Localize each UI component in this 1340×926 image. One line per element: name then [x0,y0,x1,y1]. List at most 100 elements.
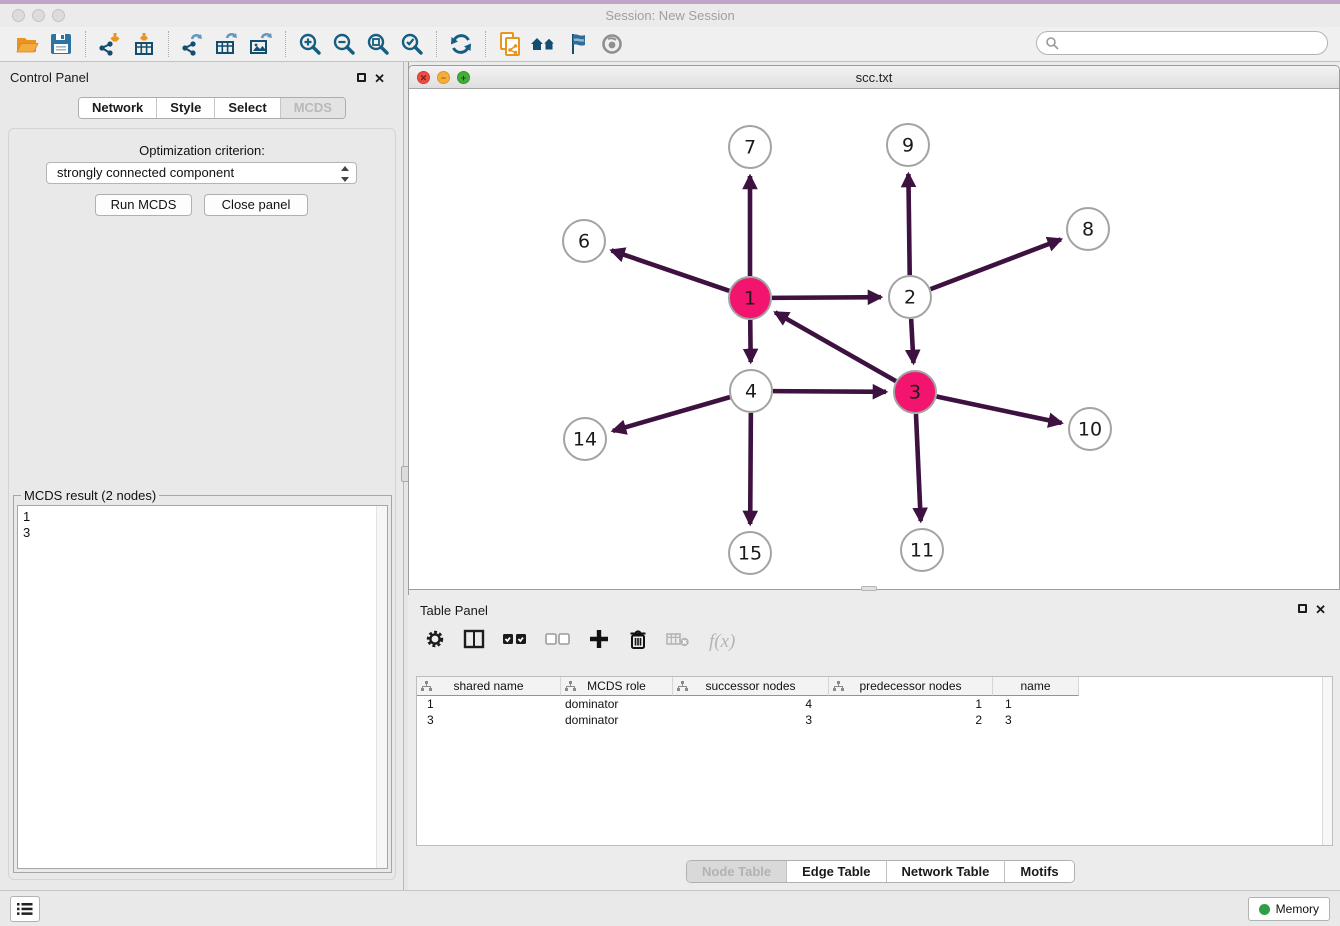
network-maximize-button[interactable]: + [457,71,470,84]
table-scrollbar[interactable] [1322,677,1332,845]
graph-edge[interactable] [916,414,921,521]
tab-network[interactable]: Network [79,98,156,118]
first-neighbors-button[interactable] [527,29,561,59]
control-panel: Control Panel ✕ Network Style Select MCD… [0,62,404,890]
network-window-titlebar[interactable]: ✕ − + scc.txt [409,66,1339,89]
delete-table-icon [666,628,692,650]
float-panel-icon[interactable] [357,73,366,82]
graph-node[interactable]: 2 [889,276,931,318]
graph-node[interactable]: 14 [564,418,606,460]
result-scrollbar[interactable] [376,506,387,868]
open-session-button[interactable] [10,29,44,59]
table-columns-button[interactable] [463,628,485,655]
graph-edge[interactable] [775,312,896,381]
zoom-in-button[interactable] [293,29,327,59]
graph-edge[interactable] [911,319,913,363]
table-row[interactable]: 1dominator411 [417,696,1332,712]
search-field[interactable] [1036,31,1328,55]
network-minimize-button[interactable]: − [437,71,450,84]
task-history-button[interactable] [10,896,40,922]
deselect-all-button[interactable] [545,628,571,655]
memory-button[interactable]: Memory [1248,897,1330,921]
network-close-button[interactable]: ✕ [417,71,430,84]
tab-node-table[interactable]: Node Table [687,861,786,882]
graph-edge[interactable] [613,397,730,431]
close-table-panel-icon[interactable]: ✕ [1315,604,1326,615]
graph-edge[interactable] [750,413,751,524]
network-canvas[interactable]: 7 9 6 8 1 2 4 3 14 10 15 11 [409,89,1339,589]
table-row[interactable]: 3dominator323 [417,712,1332,728]
tab-motifs[interactable]: Motifs [1004,861,1073,882]
select-all-button[interactable] [502,628,528,655]
show-hide-button[interactable] [595,29,629,59]
table-settings-button[interactable] [424,628,446,655]
window-zoom-button[interactable] [52,9,65,22]
tab-select[interactable]: Select [214,98,279,118]
export-network-button[interactable] [176,29,210,59]
zoom-selected-button[interactable] [395,29,429,59]
graph-edge[interactable] [772,297,881,298]
apply-style-button[interactable] [561,29,595,59]
mcds-result-textarea[interactable]: 1 3 [17,505,388,869]
table-cell[interactable]: 3 [993,712,1079,728]
graph-node[interactable]: 10 [1069,408,1111,450]
graph-node[interactable]: 8 [1067,208,1109,250]
network-resize-grip[interactable] [861,586,877,591]
column-header-mcds-role[interactable]: MCDS role [561,677,673,696]
float-table-panel-icon[interactable] [1298,604,1307,613]
graph-node[interactable]: 7 [729,126,771,168]
table-cell[interactable]: 4 [673,696,829,712]
table-cell[interactable]: 3 [673,712,829,728]
save-session-button[interactable] [44,29,78,59]
table-panel-tabs: Node Table Edge Table Network Table Moti… [686,860,1075,883]
table-cell[interactable]: 3 [417,712,561,728]
add-row-button[interactable] [588,628,610,655]
window-close-button[interactable] [12,9,25,22]
search-input[interactable] [1059,33,1327,53]
column-header-successor-nodes[interactable]: successor nodes [673,677,829,696]
clone-network-button[interactable] [493,29,527,59]
zoom-fit-button[interactable] [361,29,395,59]
graph-node[interactable]: 15 [729,532,771,574]
delete-table-button[interactable] [666,628,692,655]
tab-mcds[interactable]: MCDS [280,98,345,118]
graph-edge[interactable] [611,250,729,290]
run-mcds-button[interactable]: Run MCDS [95,194,192,216]
close-panel-icon[interactable]: ✕ [374,73,385,84]
graph-node[interactable]: 4 [730,370,772,412]
tab-style[interactable]: Style [156,98,214,118]
status-bar: Memory [0,890,1340,926]
mcds-panel: Optimization criterion: strongly connect… [8,128,396,880]
table-cell[interactable]: 1 [417,696,561,712]
graph-node[interactable]: 3 [894,371,936,413]
table-cell[interactable]: 1 [993,696,1079,712]
graph-node[interactable]: 6 [563,220,605,262]
tab-network-table[interactable]: Network Table [886,861,1005,882]
graph-node[interactable]: 11 [901,529,943,571]
table-cell[interactable]: dominator [561,696,673,712]
export-table-button[interactable] [210,29,244,59]
graph-edge[interactable] [773,391,886,392]
refresh-view-button[interactable] [444,29,478,59]
apply-function-button[interactable]: f(x) [709,631,735,653]
import-network-button[interactable] [93,29,127,59]
column-header-shared-name[interactable]: shared name [417,677,561,696]
column-header-name[interactable]: name [993,677,1079,696]
graph-node[interactable]: 1 [729,277,771,319]
tab-edge-table[interactable]: Edge Table [786,861,885,882]
optimization-criterion-select[interactable]: strongly connected component [46,162,357,184]
table-cell[interactable]: dominator [561,712,673,728]
close-panel-button[interactable]: Close panel [204,194,308,216]
import-table-button[interactable] [127,29,161,59]
table-cell[interactable]: 2 [829,712,993,728]
table-cell[interactable]: 1 [829,696,993,712]
graph-edge[interactable] [908,174,909,275]
export-image-button[interactable] [244,29,278,59]
delete-row-button[interactable] [627,628,649,655]
window-minimize-button[interactable] [32,9,45,22]
column-header-predecessor-nodes[interactable]: predecessor nodes [829,677,993,696]
graph-edge[interactable] [937,397,1062,423]
graph-edge[interactable] [931,239,1061,289]
graph-node[interactable]: 9 [887,124,929,166]
zoom-out-button[interactable] [327,29,361,59]
